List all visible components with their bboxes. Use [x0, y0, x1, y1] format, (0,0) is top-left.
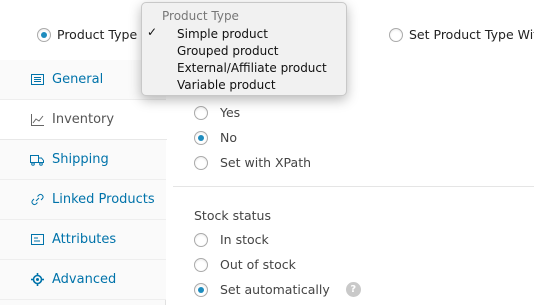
dropdown-item-variable-product[interactable]: Variable product	[142, 76, 346, 93]
stock-status-in-stock-label: In stock	[220, 232, 269, 247]
shipping-icon	[30, 153, 44, 167]
inventory-panel: Yes No Set with XPath Stock status In st…	[167, 60, 534, 305]
stock-status-set-automatically-radio[interactable]	[194, 282, 208, 297]
stock-status-option-set-automatically[interactable]: Set automatically ?	[194, 282, 361, 297]
manage-stock-yes-label: Yes	[220, 105, 241, 120]
tab-advanced[interactable]: Advanced	[0, 260, 166, 300]
tab-inventory-label: Inventory	[52, 112, 115, 127]
dropdown-item-simple-product[interactable]: ✓ Simple product	[142, 25, 346, 42]
manage-stock-xpath-label: Set with XPath	[220, 155, 312, 170]
tab-shipping[interactable]: Shipping	[0, 140, 166, 180]
stock-status-option-in-stock[interactable]: In stock	[194, 232, 269, 247]
dropdown-item-label: Grouped product	[177, 43, 279, 58]
tab-linked-products-label: Linked Products	[52, 192, 155, 207]
product-type-radio[interactable]	[37, 27, 51, 42]
dropdown-item-label: Variable product	[177, 77, 276, 92]
product-type-option[interactable]: Product Type	[37, 27, 137, 42]
tab-advanced-label: Advanced	[52, 272, 117, 287]
general-icon	[30, 73, 44, 87]
dropdown-item-label: Simple product	[177, 26, 268, 41]
product-type-dropdown-menu: Product Type ✓ Simple product Grouped pr…	[141, 2, 347, 96]
manage-stock-option-yes[interactable]: Yes	[194, 105, 240, 120]
link-icon	[30, 193, 44, 207]
product-data-tabs: General Inventory Shipping Linked Produc…	[0, 60, 167, 305]
product-type-label: Product Type	[57, 27, 138, 42]
dropdown-item-external-affiliate-product[interactable]: External/Affiliate product	[142, 59, 346, 76]
set-product-type-with-option[interactable]: Set Product Type With	[389, 27, 534, 42]
help-icon[interactable]: ?	[345, 282, 361, 297]
checkmark-icon: ✓	[147, 25, 158, 39]
stock-status-in-stock-radio[interactable]	[194, 232, 208, 247]
inventory-icon	[30, 113, 44, 127]
tab-general-label: General	[52, 72, 104, 87]
tab-attributes-label: Attributes	[52, 232, 117, 247]
manage-stock-no-label: No	[220, 130, 237, 145]
set-product-type-with-label: Set Product Type With	[409, 27, 534, 42]
section-divider	[173, 186, 534, 187]
manage-stock-xpath-radio[interactable]	[194, 155, 208, 170]
stock-status-label: Stock status	[194, 208, 271, 223]
tab-attributes[interactable]: Attributes	[0, 220, 166, 260]
manage-stock-option-no[interactable]: No	[194, 130, 237, 145]
dropdown-header: Product Type	[162, 9, 239, 23]
gear-icon	[30, 273, 44, 287]
manage-stock-yes-radio[interactable]	[194, 105, 208, 120]
stock-status-set-automatically-label: Set automatically	[220, 282, 330, 297]
stock-status-out-of-stock-radio[interactable]	[194, 257, 208, 272]
tab-linked-products[interactable]: Linked Products	[0, 180, 166, 220]
dropdown-item-label: External/Affiliate product	[177, 60, 327, 75]
manage-stock-option-xpath[interactable]: Set with XPath	[194, 155, 311, 170]
manage-stock-no-radio[interactable]	[194, 130, 208, 145]
set-product-type-with-radio[interactable]	[389, 27, 403, 42]
stock-status-option-out-of-stock[interactable]: Out of stock	[194, 257, 296, 272]
tab-inventory[interactable]: Inventory	[0, 100, 167, 140]
tab-shipping-label: Shipping	[52, 152, 109, 167]
attributes-icon	[30, 233, 44, 247]
dropdown-item-grouped-product[interactable]: Grouped product	[142, 42, 346, 59]
stock-status-out-of-stock-label: Out of stock	[220, 257, 296, 272]
